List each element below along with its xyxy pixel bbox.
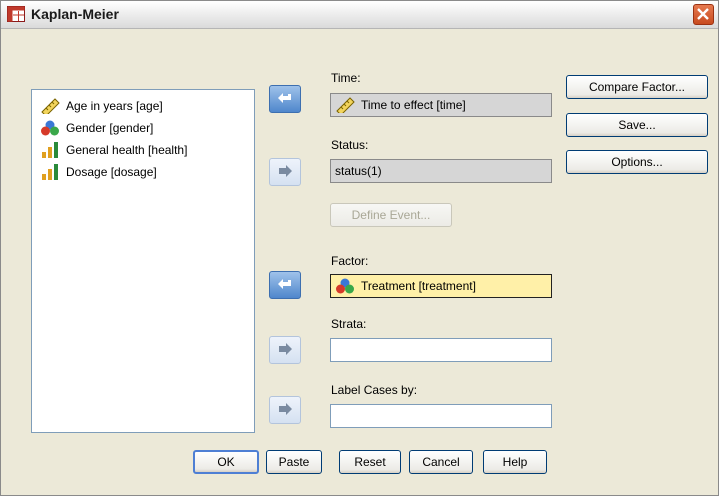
move-to-time-button[interactable] (269, 85, 301, 113)
time-label: Time: (331, 71, 361, 85)
arrow-right-icon (279, 343, 292, 355)
time-field[interactable]: Time to effect [time] (330, 93, 552, 117)
factor-label: Factor: (331, 254, 369, 268)
variable-label: Age in years [age] (66, 99, 163, 113)
label-cases-field[interactable] (330, 404, 552, 428)
time-value: Time to effect [time] (361, 98, 466, 112)
kaplan-meier-dialog: Kaplan-Meier Age in years [age] Gender [… (0, 0, 719, 496)
paste-button[interactable]: Paste (266, 450, 322, 474)
status-value: status(1) (335, 164, 382, 178)
arrow-left-icon (278, 93, 291, 103)
help-button[interactable]: Help (483, 450, 547, 474)
variable-label: Gender [gender] (66, 121, 154, 135)
arrow-left-icon (278, 279, 291, 289)
ok-button[interactable]: OK (193, 450, 259, 474)
arrow-right-icon (279, 165, 292, 177)
factor-field[interactable]: Treatment [treatment] (330, 274, 552, 298)
arrow-right-icon (279, 403, 292, 415)
variable-label: General health [health] (66, 143, 188, 157)
scale-ruler-icon (41, 98, 60, 114)
cancel-button[interactable]: Cancel (409, 450, 473, 474)
move-to-status-button[interactable] (269, 158, 301, 186)
move-to-label-cases-button[interactable] (269, 396, 301, 424)
label-cases-label: Label Cases by: (331, 383, 418, 397)
options-button[interactable]: Options... (566, 150, 708, 174)
close-button[interactable] (693, 4, 714, 25)
list-item[interactable]: Gender [gender] (40, 119, 153, 137)
define-event-button[interactable]: Define Event... (330, 203, 452, 227)
nominal-circles-icon (41, 120, 59, 136)
variable-label: Dosage [dosage] (66, 165, 157, 179)
status-field[interactable]: status(1) (330, 159, 552, 183)
window-title: Kaplan-Meier (31, 6, 119, 22)
list-item[interactable]: Age in years [age] (40, 97, 163, 115)
scale-ruler-icon (336, 97, 355, 113)
data-grid-icon (7, 6, 25, 22)
save-button[interactable]: Save... (566, 113, 708, 137)
title-bar[interactable]: Kaplan-Meier (1, 1, 718, 29)
source-variable-list[interactable]: Age in years [age] Gender [gender] Gener… (31, 89, 255, 433)
ordinal-bars-icon (42, 142, 58, 158)
move-to-strata-button[interactable] (269, 336, 301, 364)
reset-button[interactable]: Reset (339, 450, 401, 474)
strata-label: Strata: (331, 317, 367, 331)
list-item[interactable]: General health [health] (40, 141, 187, 159)
strata-field[interactable] (330, 338, 552, 362)
nominal-circles-icon (336, 278, 354, 294)
factor-value: Treatment [treatment] (361, 279, 476, 293)
close-icon (697, 8, 709, 20)
ordinal-bars-icon (42, 164, 58, 180)
compare-factor-button[interactable]: Compare Factor... (566, 75, 708, 99)
status-label: Status: (331, 138, 369, 152)
move-to-factor-button[interactable] (269, 271, 301, 299)
list-item[interactable]: Dosage [dosage] (40, 163, 157, 181)
